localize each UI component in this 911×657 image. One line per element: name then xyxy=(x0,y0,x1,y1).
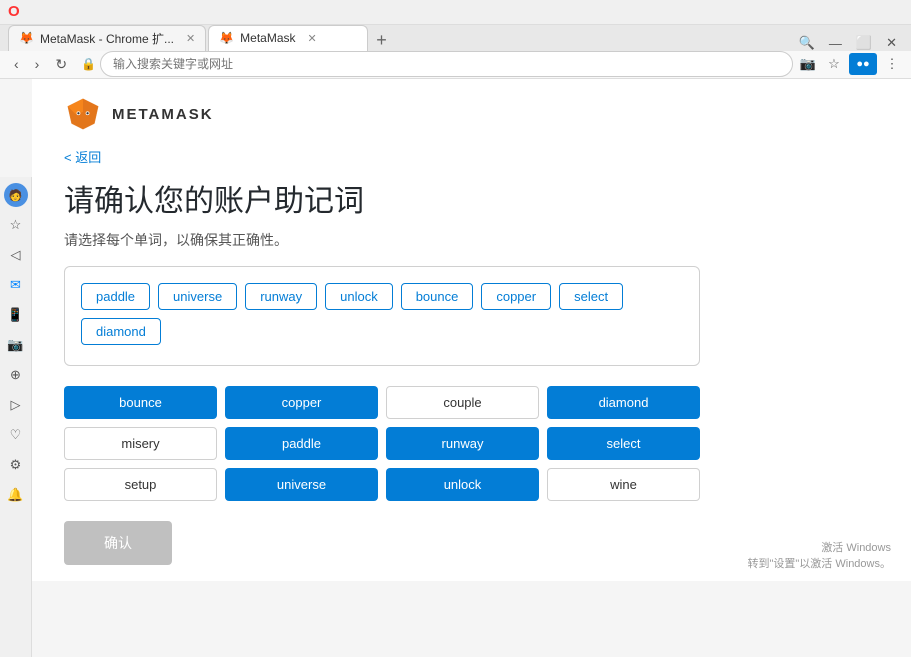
selected-word-chip[interactable]: select xyxy=(559,283,623,310)
sidebar-icon-phone[interactable]: 📱 xyxy=(4,303,28,327)
word-grid-button[interactable]: runway xyxy=(386,427,539,460)
refresh-button[interactable]: ↻ xyxy=(49,52,73,77)
selected-word-chip[interactable]: bounce xyxy=(401,283,474,310)
tab-1-label: MetaMask - Chrome 扩... xyxy=(40,30,174,47)
lock-icon: 🔒 xyxy=(81,57,96,71)
sidebar-icon-back[interactable]: ◁ xyxy=(4,243,28,267)
word-grid-button[interactable]: paddle xyxy=(225,427,378,460)
tab-bar: 🦊 MetaMask - Chrome 扩... ✕ 🦊 MetaMask ✕ … xyxy=(0,25,911,51)
tab-2-label: MetaMask xyxy=(240,31,295,45)
word-grid-button[interactable]: diamond xyxy=(547,386,700,419)
new-tab-button[interactable]: + xyxy=(370,30,393,51)
sidebar-icon-profile[interactable]: 🧑 xyxy=(4,183,28,207)
sidebar-icon-bell[interactable]: 🔔 xyxy=(4,483,28,507)
back-link[interactable]: < 返回 xyxy=(64,147,101,166)
metamask-logo xyxy=(64,95,102,133)
browser-toolbar: ‹ › ↻ 🔒 📷 ☆ ●● ⋮ xyxy=(0,51,911,79)
sidebar-icon-play[interactable]: ▷ xyxy=(4,393,28,417)
menu-icon[interactable]: ⋮ xyxy=(881,53,903,75)
metamask-page: METAMASK < 返回 请确认您的账户助记词 请选择每个单词，以确保其正确性… xyxy=(32,79,732,581)
browser-titlebar: O xyxy=(0,0,911,25)
page-title: 请确认您的账户助记词 xyxy=(64,176,700,220)
sidebar-icon-star[interactable]: ☆ xyxy=(4,213,28,237)
browser-body: 🧑 ☆ ◁ ✉ 📱 📷 ⊕ ▷ ♡ ⚙ 🔔 xyxy=(0,79,911,581)
page-subtitle: 请选择每个单词，以确保其正确性。 xyxy=(64,230,700,250)
sidebar-icon-instagram[interactable]: 📷 xyxy=(4,333,28,357)
tab-1-close[interactable]: ✕ xyxy=(186,32,195,45)
word-grid-button[interactable]: wine xyxy=(547,468,700,501)
tab-1[interactable]: 🦊 MetaMask - Chrome 扩... ✕ xyxy=(8,25,206,51)
screenshot-icon[interactable]: 📷 xyxy=(797,53,819,75)
word-grid-button[interactable]: unlock xyxy=(386,468,539,501)
sidebar-icon-add[interactable]: ⊕ xyxy=(4,363,28,387)
tab-1-icon: 🦊 xyxy=(19,31,34,45)
selected-word-chip[interactable]: unlock xyxy=(325,283,393,310)
tab-2[interactable]: 🦊 MetaMask ✕ xyxy=(208,25,368,51)
tab-2-icon: 🦊 xyxy=(219,31,234,45)
selected-word-chip[interactable]: runway xyxy=(245,283,317,310)
windows-activate: 激活 Windows 转到"设置"以激活 Windows。 xyxy=(748,539,892,571)
selected-words-box: paddle universe runway unlock bounce copper se… xyxy=(64,266,700,366)
window-search[interactable]: 🔍 xyxy=(793,35,821,51)
bookmark-icon[interactable]: ☆ xyxy=(823,53,845,75)
mm-brand-label: METAMASK xyxy=(112,106,214,123)
back-button[interactable]: ‹ xyxy=(8,52,25,76)
word-grid-button[interactable]: setup xyxy=(64,468,217,501)
word-grid-button[interactable]: couple xyxy=(386,386,539,419)
windows-activate-line1: 激活 Windows xyxy=(748,539,892,555)
sidebar-icon-messenger[interactable]: ✉ xyxy=(4,273,28,297)
window-minimize[interactable]: — xyxy=(823,36,848,51)
word-grid-button[interactable]: misery xyxy=(64,427,217,460)
left-sidebar: 🧑 ☆ ◁ ✉ 📱 📷 ⊕ ▷ ♡ ⚙ 🔔 xyxy=(0,177,32,657)
word-grid-button[interactable]: copper xyxy=(225,386,378,419)
confirm-button[interactable]: 确认 xyxy=(64,521,172,565)
sidebar-icon-heart[interactable]: ♡ xyxy=(4,423,28,447)
tab-2-close[interactable]: ✕ xyxy=(308,32,317,45)
extensions-icon[interactable]: ●● xyxy=(849,53,877,75)
selected-word-chip[interactable]: universe xyxy=(158,283,237,310)
windows-activate-line2: 转到"设置"以激活 Windows。 xyxy=(748,555,892,571)
mm-header: METAMASK xyxy=(64,95,700,133)
opera-logo: O xyxy=(8,3,20,20)
toolbar-right: 📷 ☆ ●● ⋮ xyxy=(797,53,903,75)
word-grid: bouncecoppercouplediamond miserypaddlerun… xyxy=(64,386,700,501)
window-close[interactable]: ✕ xyxy=(880,35,903,51)
browser-content: METAMASK < 返回 请确认您的账户助记词 请选择每个单词，以确保其正确性… xyxy=(32,79,911,581)
selected-word-chip[interactable]: paddle xyxy=(81,283,150,310)
sidebar-icon-settings[interactable]: ⚙ xyxy=(4,453,28,477)
forward-button[interactable]: › xyxy=(29,52,46,76)
word-grid-button[interactable]: universe xyxy=(225,468,378,501)
word-grid-button[interactable]: bounce xyxy=(64,386,217,419)
word-grid-button[interactable]: select xyxy=(547,427,700,460)
address-bar[interactable] xyxy=(100,51,793,77)
window-maximize[interactable]: ⬜ xyxy=(850,35,878,51)
selected-word-chip[interactable]: copper xyxy=(481,283,551,310)
selected-word-chip[interactable]: diamond xyxy=(81,318,161,345)
